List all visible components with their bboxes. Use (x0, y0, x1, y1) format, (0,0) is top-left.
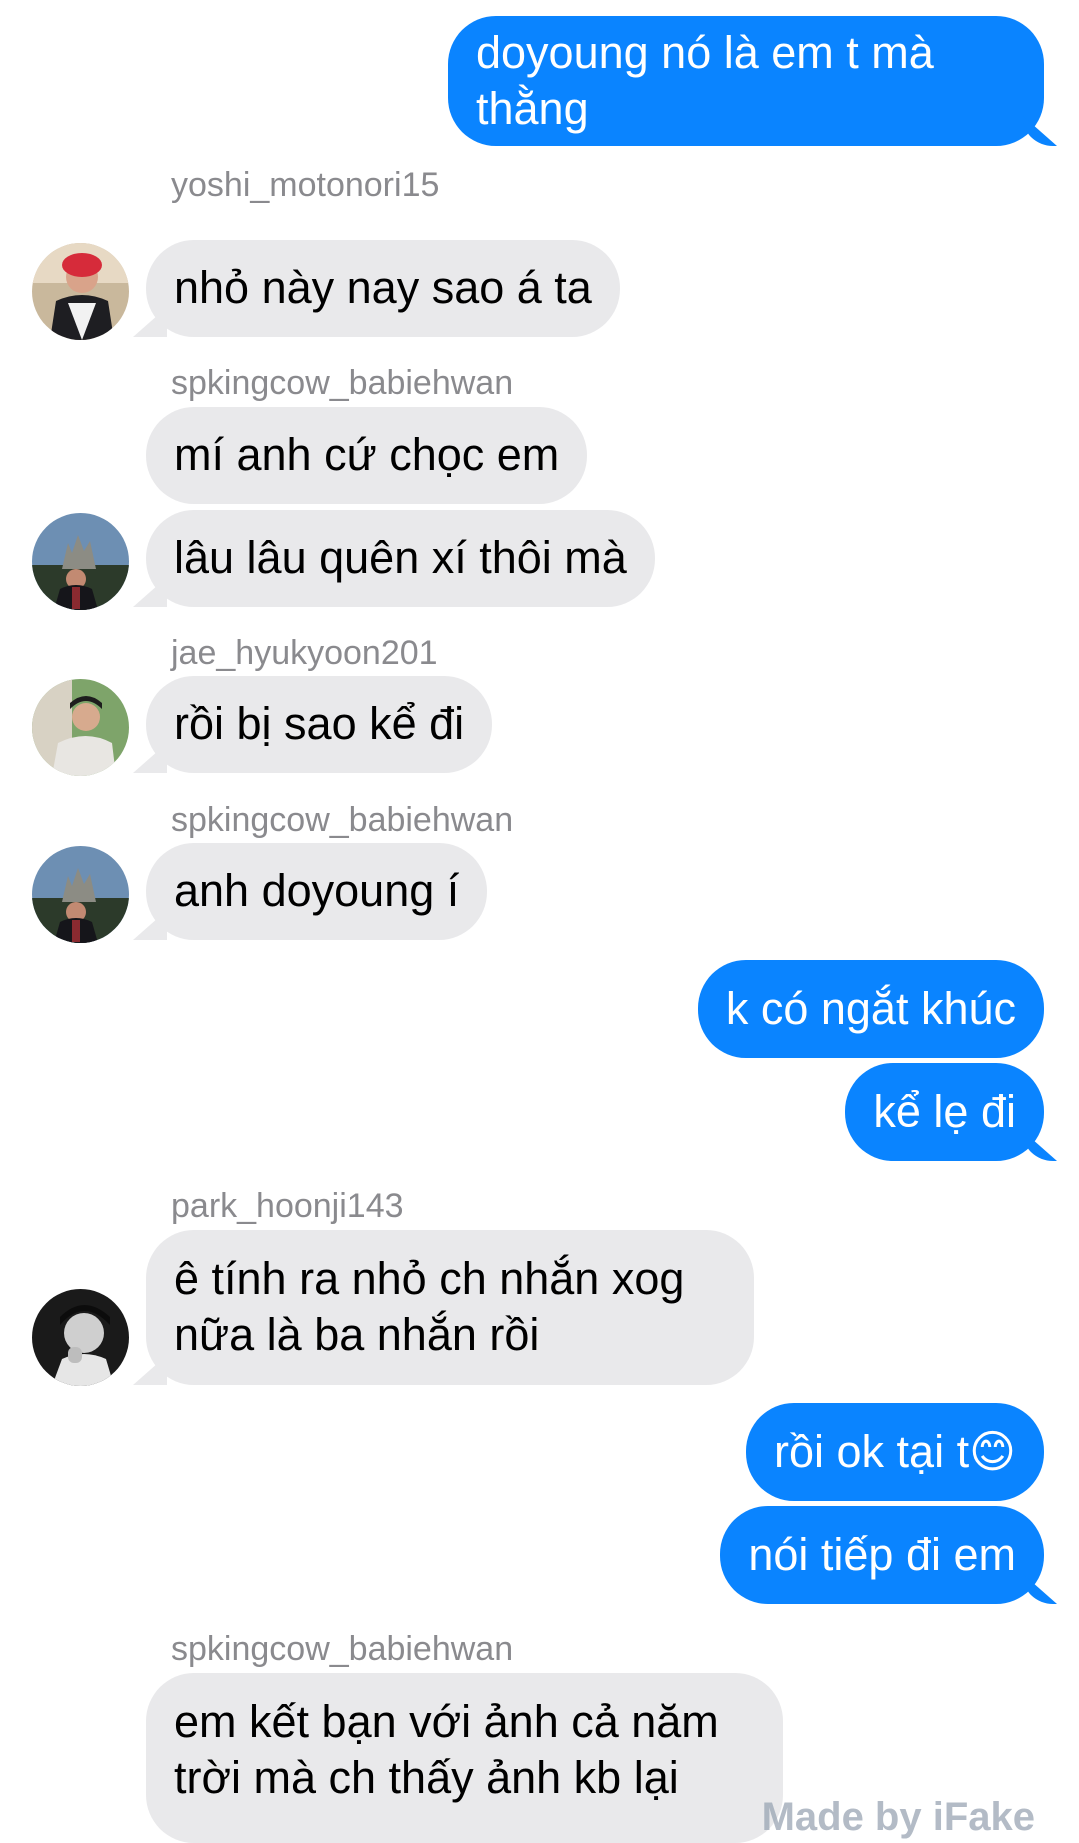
message-bubble-outgoing[interactable]: k có ngắt khúc (697, 960, 1044, 1058)
message-bubble-outgoing[interactable]: nói tiếp đi em (720, 1506, 1044, 1604)
message-bubble-incoming[interactable]: lâu lâu quên xí thôi mà (146, 510, 655, 607)
message-bubble-incoming[interactable]: em kết bạn với ảnh cả năm trời mà ch thấ… (146, 1673, 783, 1843)
avatar-photo-icon (32, 243, 129, 340)
watermark: Made by iFake (761, 1795, 1035, 1839)
message-bubble-incoming[interactable]: rồi bị sao kể đi (146, 676, 493, 773)
avatar-photo-icon (32, 679, 129, 776)
sender-name: spkingcow_babiehwan (171, 1630, 514, 1668)
avatar-photo-icon (32, 1289, 129, 1386)
sender-name: yoshi_motonori15 (171, 166, 440, 204)
sender-name: spkingcow_babiehwan (171, 801, 514, 839)
avatar-photo-icon (32, 846, 129, 943)
message-bubble-outgoing[interactable]: kể lẹ đi (845, 1063, 1044, 1161)
message-bubble-outgoing[interactable]: doyoung nó là em t mà thằng nhóc này (448, 16, 1044, 190)
avatar[interactable] (32, 679, 129, 776)
message-bubble-outgoing[interactable]: rồi ok tại t😊 (746, 1403, 1044, 1501)
sender-name: spkingcow_babiehwan (171, 364, 514, 402)
avatar[interactable] (32, 846, 129, 943)
sender-name: park_hoonji143 (171, 1187, 404, 1225)
avatar[interactable] (32, 513, 129, 610)
avatar[interactable] (32, 1289, 129, 1386)
message-bubble-incoming[interactable]: anh doyoung í (146, 843, 488, 940)
sender-name: jae_hyukyoon201 (171, 634, 438, 672)
message-bubble-incoming[interactable]: ê tính ra nhỏ ch nhắn xog nữa là ba nhắn… (146, 1230, 754, 1385)
avatar-photo-icon (32, 513, 129, 610)
message-bubble-incoming[interactable]: nhỏ này nay sao á ta (146, 240, 620, 337)
avatar[interactable] (32, 243, 129, 340)
message-bubble-incoming[interactable]: mí anh cứ chọc em (146, 407, 588, 504)
